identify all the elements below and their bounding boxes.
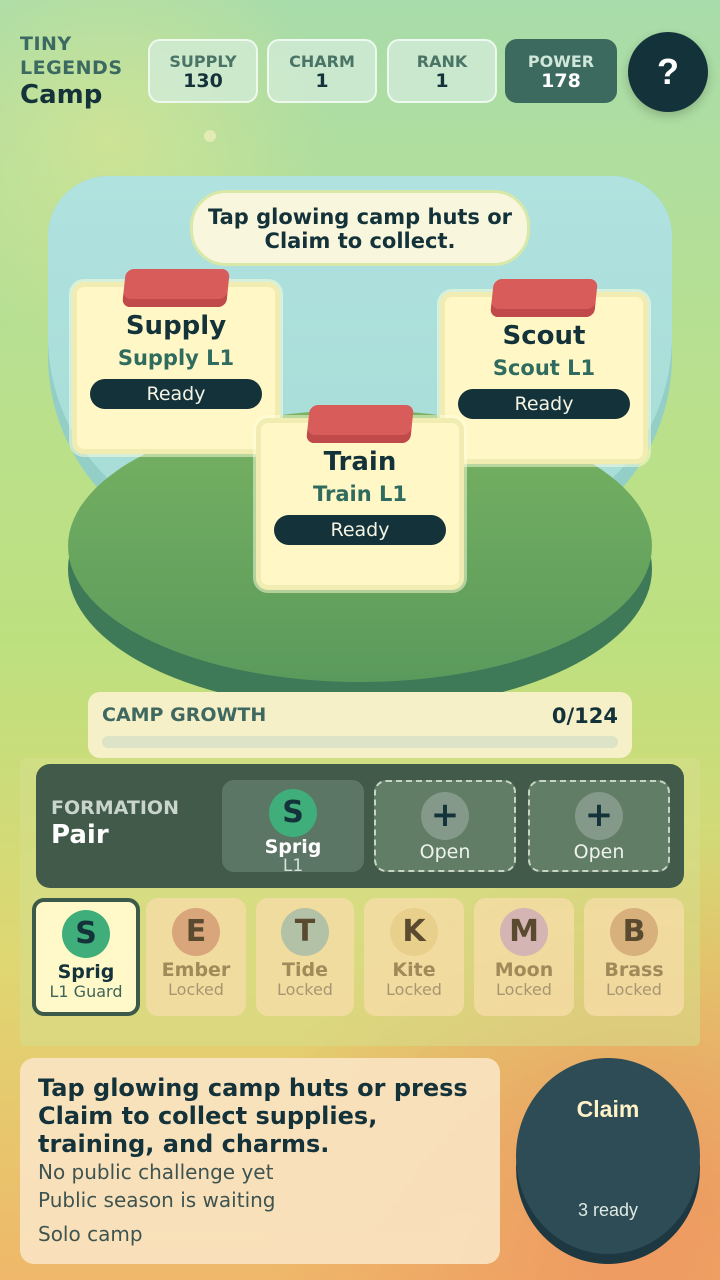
help-button[interactable]: ? [628, 32, 708, 112]
rank-stat-value: 1 [435, 70, 449, 92]
slot-hero-name: Sprig [264, 836, 322, 858]
formation-slot-open[interactable]: + Open [374, 780, 516, 872]
hut-ready-badge: Ready [458, 389, 630, 419]
challenge-status: No public challenge yet [38, 1160, 274, 1184]
hero-status: Locked [496, 980, 552, 999]
charm-stat: CHARM 1 [267, 39, 377, 103]
hero-avatar: K [390, 908, 438, 956]
claim-button[interactable]: Claim 3 ready [516, 1058, 700, 1254]
hut-level: Scout L1 [492, 356, 596, 380]
hero-card-moon[interactable]: M Moon Locked [474, 898, 574, 1016]
hut-roof [122, 269, 230, 307]
hero-name: Moon [494, 959, 554, 981]
hut-ready-badge: Ready [274, 515, 446, 545]
rank-stat-label: RANK [416, 52, 468, 71]
camp-mode: Solo camp [38, 1222, 143, 1246]
power-stat: POWER 178 [505, 39, 617, 103]
hero-status: L1 Guard [49, 982, 123, 1001]
hero-card-sprig[interactable]: S Sprig L1 Guard [32, 898, 140, 1016]
hut-name: Supply [125, 311, 227, 341]
hero-avatar: S [62, 910, 110, 958]
supply-stat-label: SUPPLY [169, 52, 237, 71]
formation-slot-filled[interactable]: S Sprig L1 [222, 780, 364, 876]
hero-avatar: E [172, 908, 220, 956]
hero-status: Locked [606, 980, 662, 999]
hero-avatar: B [610, 908, 658, 956]
hut-roof [490, 279, 598, 317]
supply-stat: SUPPLY 130 [148, 39, 258, 103]
claim-ready-count: 3 ready [577, 1200, 639, 1220]
game-logo: TINY LEGENDS Camp [20, 32, 123, 110]
hero-name: Ember [161, 959, 231, 981]
supply-hut[interactable]: Supply Supply L1 Ready [72, 269, 280, 454]
hut-name: Train [323, 447, 397, 477]
hero-name: Kite [392, 959, 436, 981]
brand-line-2: LEGENDS [20, 57, 123, 79]
hero-card-tide[interactable]: T Tide Locked [256, 898, 354, 1016]
plus-icon: + [421, 792, 469, 840]
hero-card-brass[interactable]: B Brass Locked [584, 898, 684, 1016]
hero-status: Locked [277, 980, 333, 999]
hero-name: Brass [604, 959, 664, 981]
hero-name: Tide [282, 959, 328, 981]
formation-name: Pair [51, 820, 109, 850]
decor-sparkle [204, 130, 216, 142]
hero-name: Sprig [57, 961, 115, 983]
charm-stat-value: 1 [315, 70, 329, 92]
hut-name: Scout [502, 321, 586, 351]
plus-icon: + [575, 792, 623, 840]
claim-label: Claim [576, 1096, 640, 1122]
power-stat-value: 178 [541, 70, 581, 92]
scout-hut[interactable]: Scout Scout L1 Ready [440, 279, 648, 464]
camp-growth-bar [102, 736, 618, 748]
charm-stat-label: CHARM [289, 52, 355, 71]
camp-tip-bubble: Tap glowing camp huts or Claim to collec… [190, 190, 530, 266]
supply-stat-value: 130 [183, 70, 223, 92]
rank-stat: RANK 1 [387, 39, 497, 103]
info-message: Tap glowing camp huts or press Claim to … [38, 1074, 468, 1158]
camp-growth-panel: CAMP GROWTH 0/124 [88, 692, 632, 758]
hut-roof [306, 405, 414, 443]
page-title: Camp [20, 80, 103, 110]
train-hut[interactable]: Train Train L1 Ready [256, 405, 464, 590]
season-status: Public season is waiting [38, 1188, 276, 1212]
info-card: Tap glowing camp huts or press Claim to … [20, 1058, 500, 1264]
power-stat-label: POWER [527, 52, 595, 71]
hero-status: Locked [168, 980, 224, 999]
hut-level: Supply L1 [117, 346, 235, 370]
camp-growth-label: CAMP GROWTH [102, 704, 267, 726]
hero-avatar: T [281, 908, 329, 956]
formation-slot-open[interactable]: + Open [528, 780, 670, 872]
hero-status: Locked [386, 980, 442, 999]
camp-growth-value: 0/124 [551, 704, 618, 728]
formation-label: FORMATION [51, 797, 179, 819]
brand-line-1: TINY [20, 33, 72, 55]
hero-card-kite[interactable]: K Kite Locked [364, 898, 464, 1016]
slot-open-label: Open [419, 841, 471, 863]
hero-avatar: M [500, 908, 548, 956]
hut-level: Train L1 [313, 482, 407, 506]
slot-open-label: Open [573, 841, 625, 863]
slot-hero-level: L1 [282, 856, 304, 876]
hut-ready-badge: Ready [90, 379, 262, 409]
sprig-avatar: S [269, 789, 317, 837]
hero-card-ember[interactable]: E Ember Locked [146, 898, 246, 1016]
formation-panel: FORMATION Pair S Sprig L1 + Open + Open [36, 764, 684, 888]
